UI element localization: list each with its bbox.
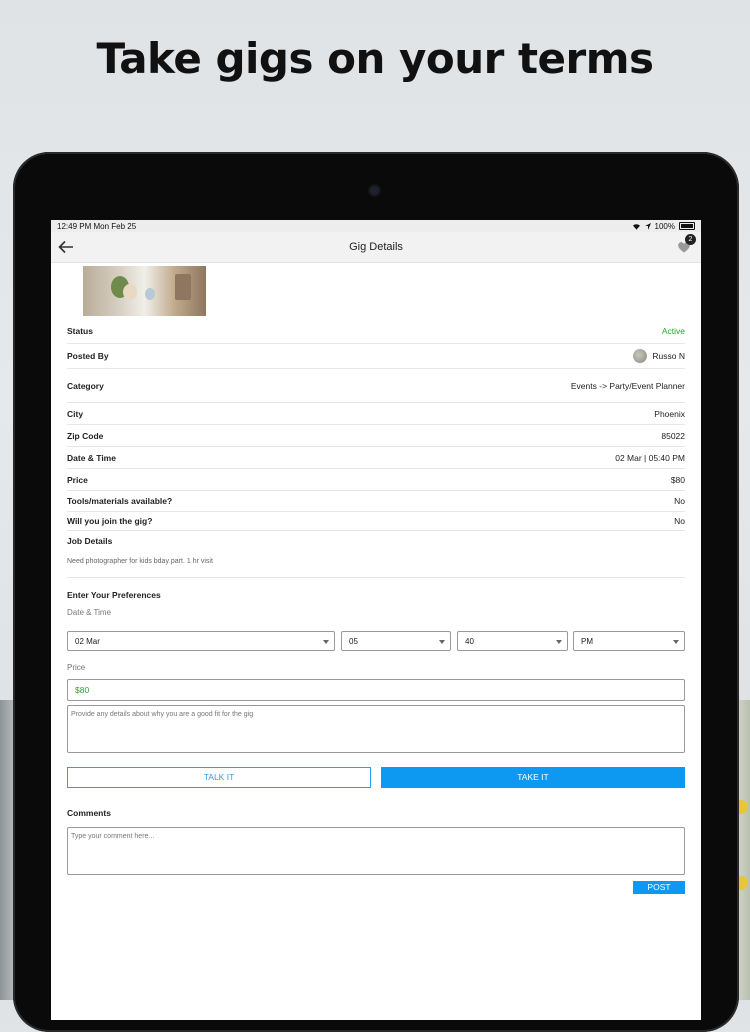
price-input[interactable]: $80 [67, 679, 685, 701]
detail-row-category: Category Events -> Party/Event Planner [67, 369, 685, 403]
city-value: Phoenix [654, 408, 685, 419]
headline: Take gigs on your terms [96, 34, 654, 83]
chevron-down-icon [439, 640, 445, 644]
status-time: 12:49 PM [57, 221, 92, 231]
status-date: Mon Feb 25 [93, 221, 137, 231]
posted-by-label: Posted By [67, 351, 109, 361]
gig-image[interactable] [83, 266, 206, 316]
date-select[interactable]: 02 Mar [67, 631, 335, 651]
zip-value: 85022 [661, 430, 685, 441]
battery-icon [679, 222, 695, 230]
date-time-value: 02 Mar | 05:40 PM [615, 452, 685, 463]
gig-details: Status Active Posted By Russo N Category… [67, 319, 685, 578]
flower-decor [123, 284, 137, 300]
minute-select[interactable]: 40 [457, 631, 568, 651]
chevron-down-icon [556, 640, 562, 644]
zip-label: Zip Code [67, 430, 104, 441]
chevron-down-icon [323, 640, 329, 644]
city-label: City [67, 408, 84, 419]
location-arrow-icon [644, 222, 651, 230]
price-label: Price [67, 474, 88, 485]
preferences-section: Enter Your Preferences Date & Time [67, 590, 685, 617]
detail-row-date-time: Date & Time 02 Mar | 05:40 PM [67, 447, 685, 469]
status-bar: 12:49 PM Mon Feb 25 100% [51, 220, 701, 232]
detail-row-join: Will you join the gig? No [67, 512, 685, 531]
vase-decor [145, 288, 155, 300]
ampm-select-value: PM [581, 637, 593, 646]
take-it-button[interactable]: TAKE IT [381, 767, 685, 788]
posted-by-user[interactable]: Russo N [633, 349, 685, 363]
detail-row-posted-by: Posted By Russo N [67, 344, 685, 369]
chair-decor [175, 274, 191, 300]
preferences-price-label: Price [67, 663, 86, 672]
preferences-date-time-label: Date & Time [67, 608, 112, 617]
date-time-label: Date & Time [67, 452, 116, 463]
detail-row-status: Status Active [67, 319, 685, 344]
avatar [633, 349, 648, 363]
detail-row-city: City Phoenix [67, 403, 685, 425]
tools-value: No [674, 496, 685, 506]
minute-select-value: 40 [465, 637, 474, 646]
tools-label: Tools/materials available? [67, 496, 173, 506]
arrow-left-icon[interactable] [57, 238, 75, 256]
talk-it-button[interactable]: TALK IT [67, 767, 371, 788]
price-value: $80 [670, 474, 685, 485]
detail-row-tools: Tools/materials available? No [67, 491, 685, 512]
detail-row-price: Price $80 [67, 469, 685, 491]
job-details-text: Need photographer for kids bday part. 1 … [67, 546, 685, 578]
join-value: No [674, 516, 685, 526]
nav-bar: Gig Details 2 [51, 232, 701, 263]
status-label: Status [67, 326, 93, 336]
comments-title: Comments [67, 808, 111, 818]
post-button[interactable]: POST [633, 881, 685, 894]
app-screen: 12:49 PM Mon Feb 25 100% Gig Details 2 S… [51, 220, 701, 1020]
preferences-title: Enter Your Preferences [67, 590, 161, 600]
wifi-icon [632, 223, 640, 230]
status-badge: Active [661, 326, 685, 336]
posted-by-value: Russo N [652, 351, 685, 361]
hour-select[interactable]: 05 [341, 631, 451, 651]
date-select-value: 02 Mar [75, 637, 100, 646]
ampm-select[interactable]: PM [573, 631, 685, 651]
detail-row-zip: Zip Code 85022 [67, 425, 685, 447]
join-label: Will you join the gig? [67, 516, 153, 526]
notification-badge: 2 [685, 234, 696, 245]
camera-icon [370, 186, 379, 195]
category-label: Category [67, 380, 104, 391]
details-textarea[interactable]: Provide any details about why you are a … [67, 705, 685, 753]
job-details-label: Job Details [67, 536, 113, 546]
notification-button[interactable]: 2 [677, 234, 696, 254]
battery-percent: 100% [654, 221, 675, 231]
tablet-frame: 12:49 PM Mon Feb 25 100% Gig Details 2 S… [13, 152, 739, 1032]
hour-select-value: 05 [349, 637, 358, 646]
chevron-down-icon [673, 640, 679, 644]
category-value: Events -> Party/Event Planner [570, 380, 685, 391]
page-title: Gig Details [349, 241, 403, 253]
comment-textarea[interactable]: Type your comment here... [67, 827, 685, 875]
